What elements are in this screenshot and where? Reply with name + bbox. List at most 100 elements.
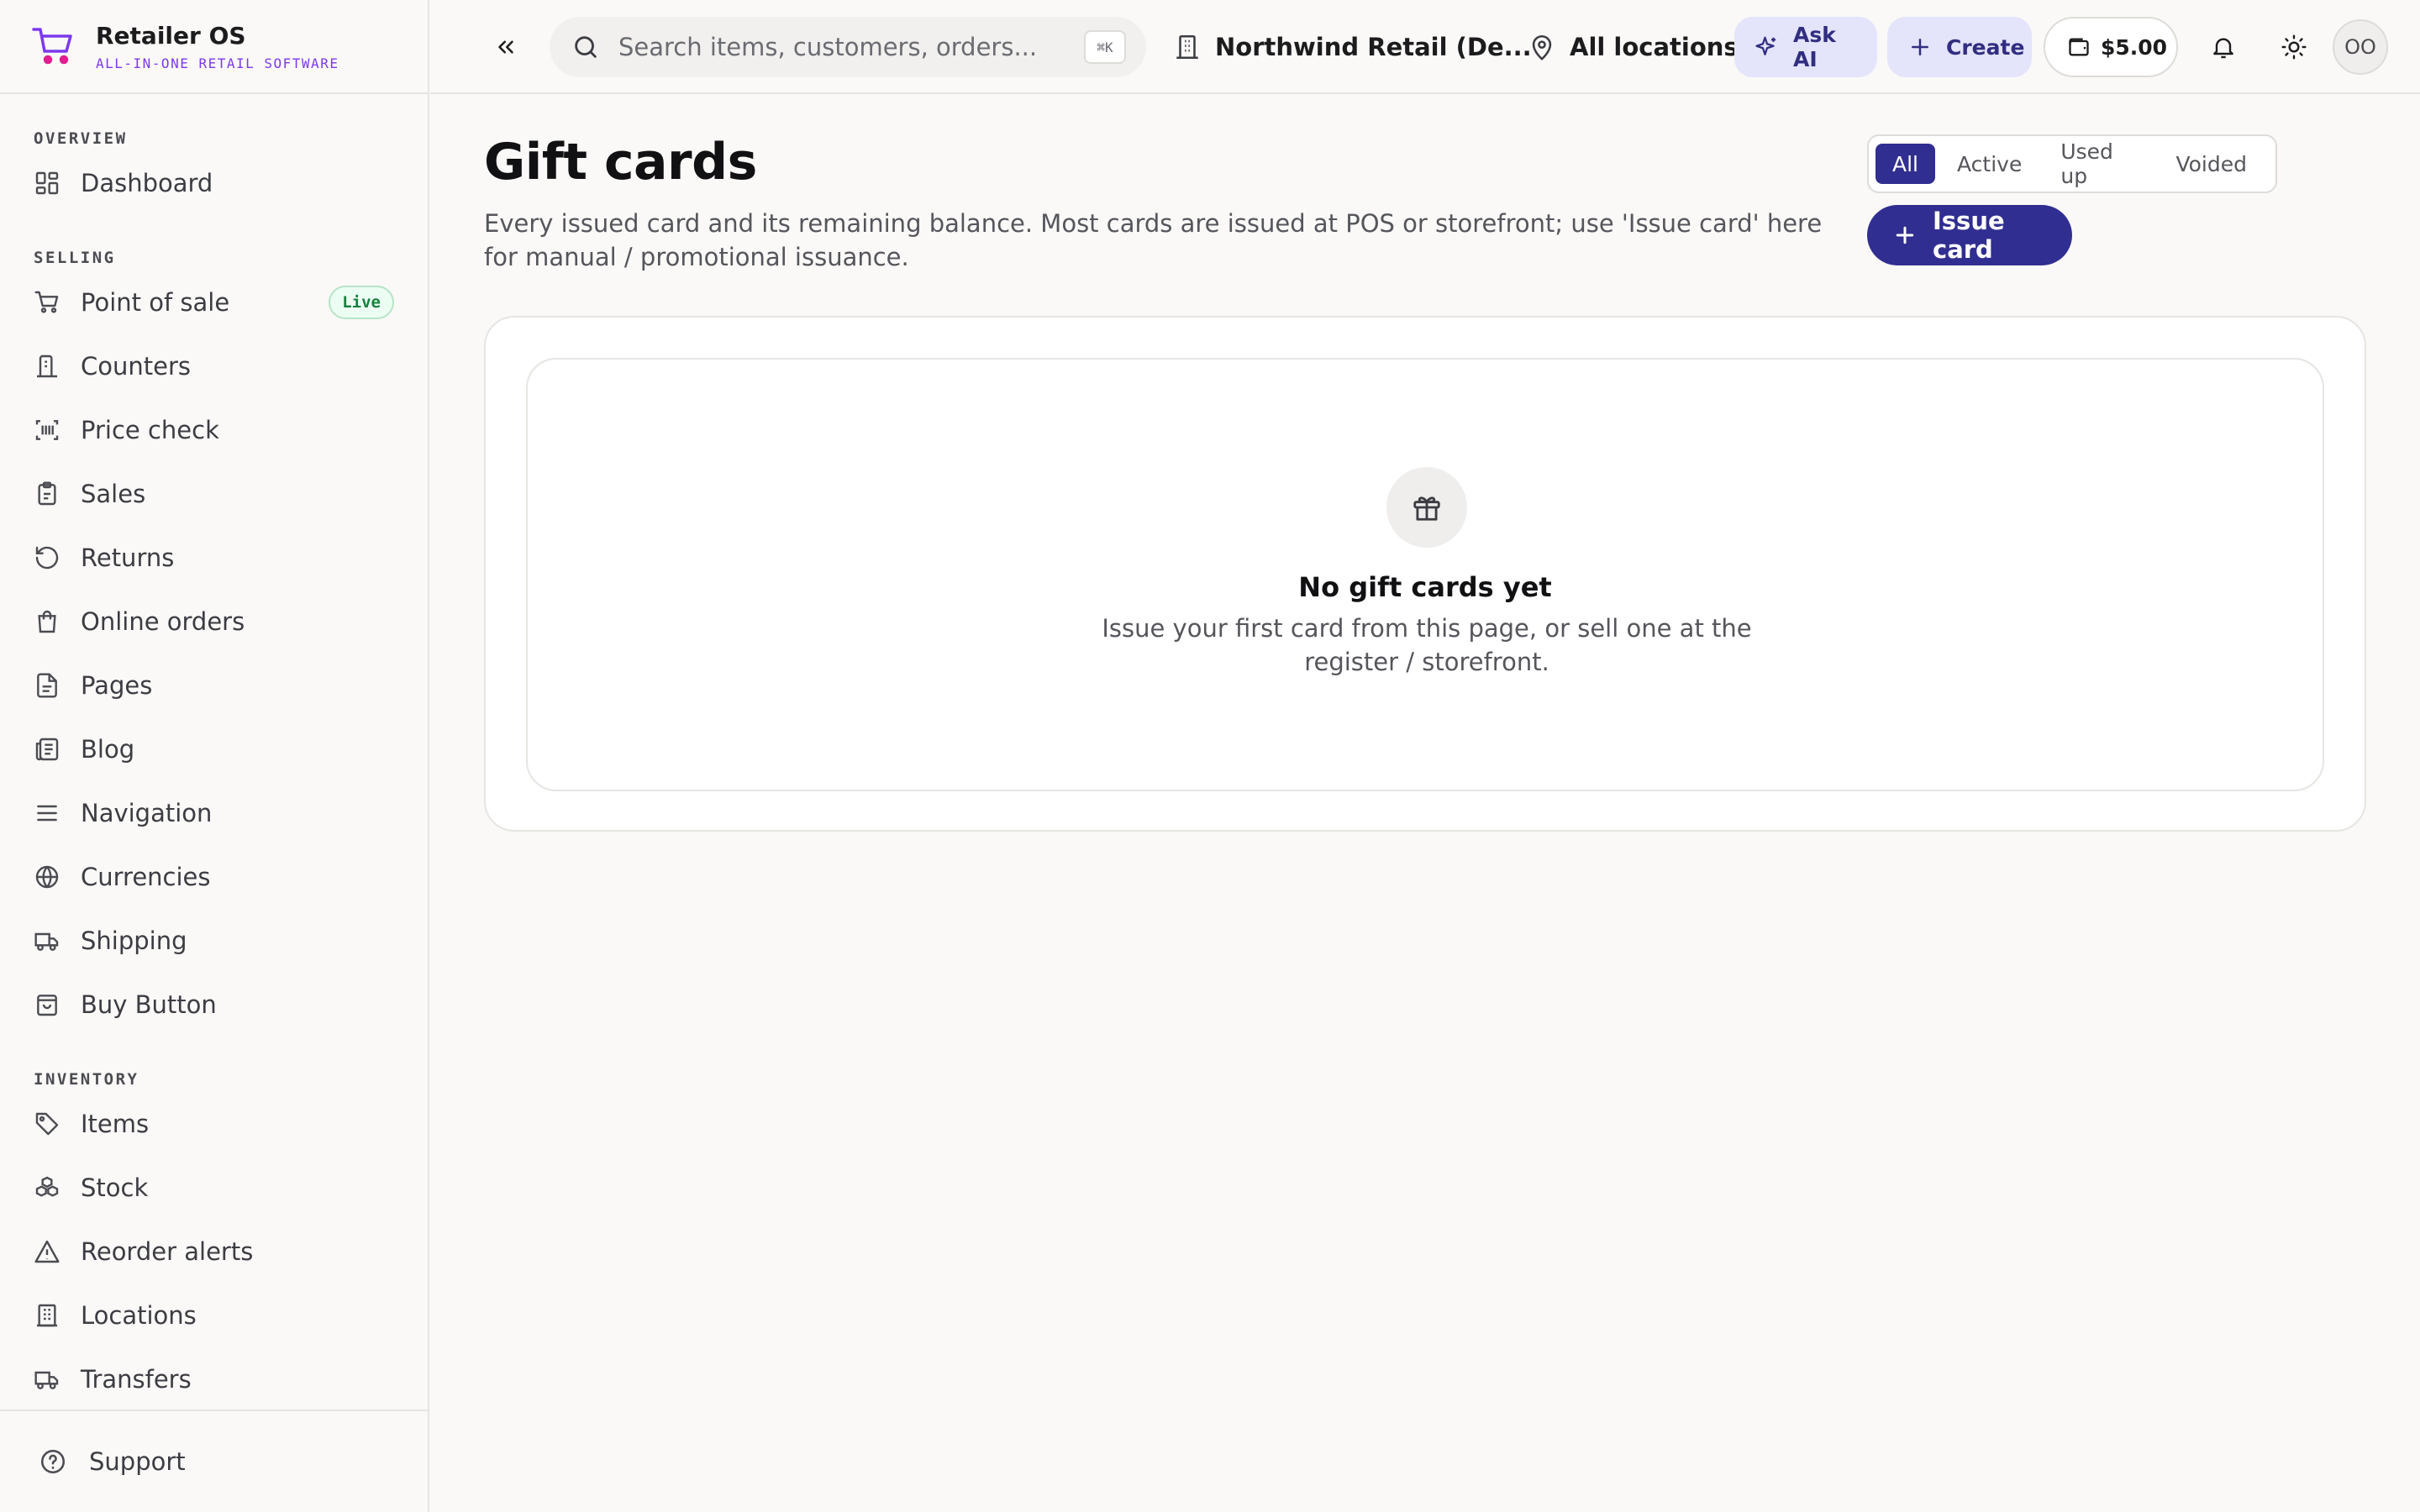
clipboard-icon bbox=[34, 480, 60, 507]
avatar-initials: OO bbox=[2344, 35, 2376, 59]
sidebar-item-buy-button[interactable]: Buy Button bbox=[0, 973, 428, 1037]
sidebar-item-returns[interactable]: Returns bbox=[0, 526, 428, 590]
chevrons-left-icon bbox=[493, 34, 518, 60]
sparkles-icon bbox=[1754, 34, 1780, 60]
sidebar-item-items[interactable]: Items bbox=[0, 1092, 428, 1156]
avatar[interactable]: OO bbox=[2333, 19, 2388, 75]
dashboard-icon bbox=[34, 170, 60, 197]
sidebar-item-label: Price check bbox=[81, 416, 219, 444]
theme-toggle-button[interactable] bbox=[2269, 17, 2319, 77]
sidebar-item-counters[interactable]: Counters bbox=[0, 334, 428, 398]
plus-icon bbox=[1892, 223, 1918, 248]
sun-icon bbox=[2281, 34, 2307, 60]
collapse-sidebar-button[interactable] bbox=[481, 17, 531, 77]
map-pin-icon bbox=[1528, 33, 1556, 61]
live-badge: Live bbox=[329, 286, 394, 319]
filter-tab-active[interactable]: Active bbox=[1940, 144, 2039, 184]
menu-icon bbox=[34, 800, 60, 827]
sidebar-item-label: Buy Button bbox=[81, 990, 217, 1019]
sidebar-item-label: Blog bbox=[81, 735, 135, 764]
sidebar-item-navigation[interactable]: Navigation bbox=[0, 781, 428, 845]
sidebar-item-currencies[interactable]: Currencies bbox=[0, 845, 428, 909]
globe-icon bbox=[34, 864, 60, 890]
ask-ai-label: Ask AI bbox=[1793, 23, 1836, 71]
location-switcher[interactable]: All locations bbox=[1528, 17, 1739, 77]
truck-icon bbox=[34, 1366, 60, 1393]
page-description: Every issued card and its remaining bala… bbox=[484, 209, 1823, 271]
status-filter: All Active Used up Voided bbox=[1867, 134, 2277, 193]
wallet-icon bbox=[2067, 35, 2091, 59]
filter-tab-all[interactable]: All bbox=[1876, 144, 1935, 184]
gift-icon bbox=[1411, 491, 1443, 523]
page-icon bbox=[34, 672, 60, 699]
sidebar-item-sales[interactable]: Sales bbox=[0, 462, 428, 526]
sidebar-item-label: Counters bbox=[81, 352, 191, 381]
sidebar-item-dashboard[interactable]: Dashboard bbox=[0, 151, 428, 215]
empty-state-description: Issue your first card from this page, or… bbox=[1102, 614, 1752, 676]
sidebar-item-label: Pages bbox=[81, 671, 153, 700]
returns-icon bbox=[34, 544, 60, 571]
gift-cards-panel: No gift cards yet Issue your first card … bbox=[484, 316, 2366, 832]
ask-ai-button[interactable]: Ask AI bbox=[1734, 17, 1877, 77]
topbar: Search items, customers, orders... ⌘K No… bbox=[430, 0, 2420, 94]
issue-card-button[interactable]: Issue card bbox=[1867, 205, 2072, 265]
issue-card-label: Issue card bbox=[1933, 207, 2005, 264]
sidebar-item-locations[interactable]: Locations bbox=[0, 1284, 428, 1347]
sidebar-item-label: Navigation bbox=[81, 799, 213, 827]
search-shortcut: ⌘K bbox=[1084, 30, 1126, 64]
search-input[interactable]: Search items, customers, orders... ⌘K bbox=[550, 17, 1146, 77]
bag-icon bbox=[34, 991, 60, 1018]
section-title-selling: SELLING bbox=[34, 249, 116, 267]
sidebar-item-label: Point of sale bbox=[81, 288, 230, 317]
wallet-balance: $5.00 bbox=[2101, 34, 2168, 60]
sidebar-item-blog[interactable]: Blog bbox=[0, 717, 428, 781]
bag-icon bbox=[34, 608, 60, 635]
main-content: Gift cards Every issued card and its rem… bbox=[484, 94, 2420, 1512]
brand[interactable]: Retailer OS ALL-IN-ONE RETAIL SOFTWARE bbox=[0, 0, 428, 94]
empty-state-title: No gift cards yet bbox=[1298, 571, 1552, 603]
sidebar-item-reorder-alerts[interactable]: Reorder alerts bbox=[0, 1220, 428, 1284]
sidebar-item-label: Stock bbox=[81, 1173, 149, 1202]
sidebar: Retailer OS ALL-IN-ONE RETAIL SOFTWARE O… bbox=[0, 0, 429, 1512]
building-icon bbox=[34, 1302, 60, 1329]
sidebar-item-label: Locations bbox=[81, 1301, 197, 1330]
search-icon bbox=[571, 33, 600, 61]
section-title-overview: OVERVIEW bbox=[34, 129, 128, 148]
sidebar-item-transfers[interactable]: Transfers bbox=[0, 1347, 428, 1410]
sidebar-item-shipping[interactable]: Shipping bbox=[0, 909, 428, 973]
sidebar-item-point-of-sale[interactable]: Point of sale Live bbox=[0, 270, 428, 334]
page-title: Gift cards bbox=[484, 133, 757, 192]
filter-tab-voided[interactable]: Voided bbox=[2159, 144, 2264, 184]
wallet-balance-button[interactable]: $5.00 bbox=[2044, 17, 2178, 77]
sidebar-item-label: Shipping bbox=[81, 927, 187, 955]
brand-tagline: ALL-IN-ONE RETAIL SOFTWARE bbox=[96, 55, 339, 71]
cart-icon bbox=[34, 289, 60, 316]
sidebar-item-label: Transfers bbox=[81, 1365, 192, 1394]
filter-tab-used-up[interactable]: Used up bbox=[2044, 139, 2154, 188]
sidebar-nav: OVERVIEW Dashboard SELLING Point of sale… bbox=[0, 94, 428, 1410]
notifications-button[interactable] bbox=[2198, 17, 2249, 77]
boxes-icon bbox=[34, 1174, 60, 1201]
organization-name: Northwind Retail (De... bbox=[1215, 33, 1532, 61]
organization-switcher[interactable]: Northwind Retail (De... bbox=[1173, 17, 1532, 77]
sidebar-item-pages[interactable]: Pages bbox=[0, 654, 428, 717]
sidebar-item-online-orders[interactable]: Online orders bbox=[0, 590, 428, 654]
sidebar-item-stock[interactable]: Stock bbox=[0, 1156, 428, 1220]
location-name: All locations bbox=[1570, 33, 1739, 61]
sidebar-item-support[interactable]: Support bbox=[0, 1410, 428, 1512]
tag-icon bbox=[34, 1110, 60, 1137]
plus-icon bbox=[1907, 34, 1933, 60]
create-button[interactable]: Create bbox=[1887, 17, 2032, 77]
building-icon bbox=[1173, 33, 1202, 61]
sidebar-item-price-check[interactable]: Price check bbox=[0, 398, 428, 462]
counter-icon bbox=[34, 353, 60, 380]
sidebar-item-label: Returns bbox=[81, 543, 175, 572]
cart-logo-icon bbox=[30, 23, 77, 70]
create-label: Create bbox=[1946, 34, 2025, 60]
help-icon bbox=[39, 1447, 67, 1476]
truck-icon bbox=[34, 927, 60, 954]
sidebar-item-label: Currencies bbox=[81, 863, 211, 891]
sidebar-item-label: Reorder alerts bbox=[81, 1237, 254, 1266]
brand-name: Retailer OS bbox=[96, 21, 246, 50]
sidebar-item-label: Online orders bbox=[81, 607, 245, 636]
